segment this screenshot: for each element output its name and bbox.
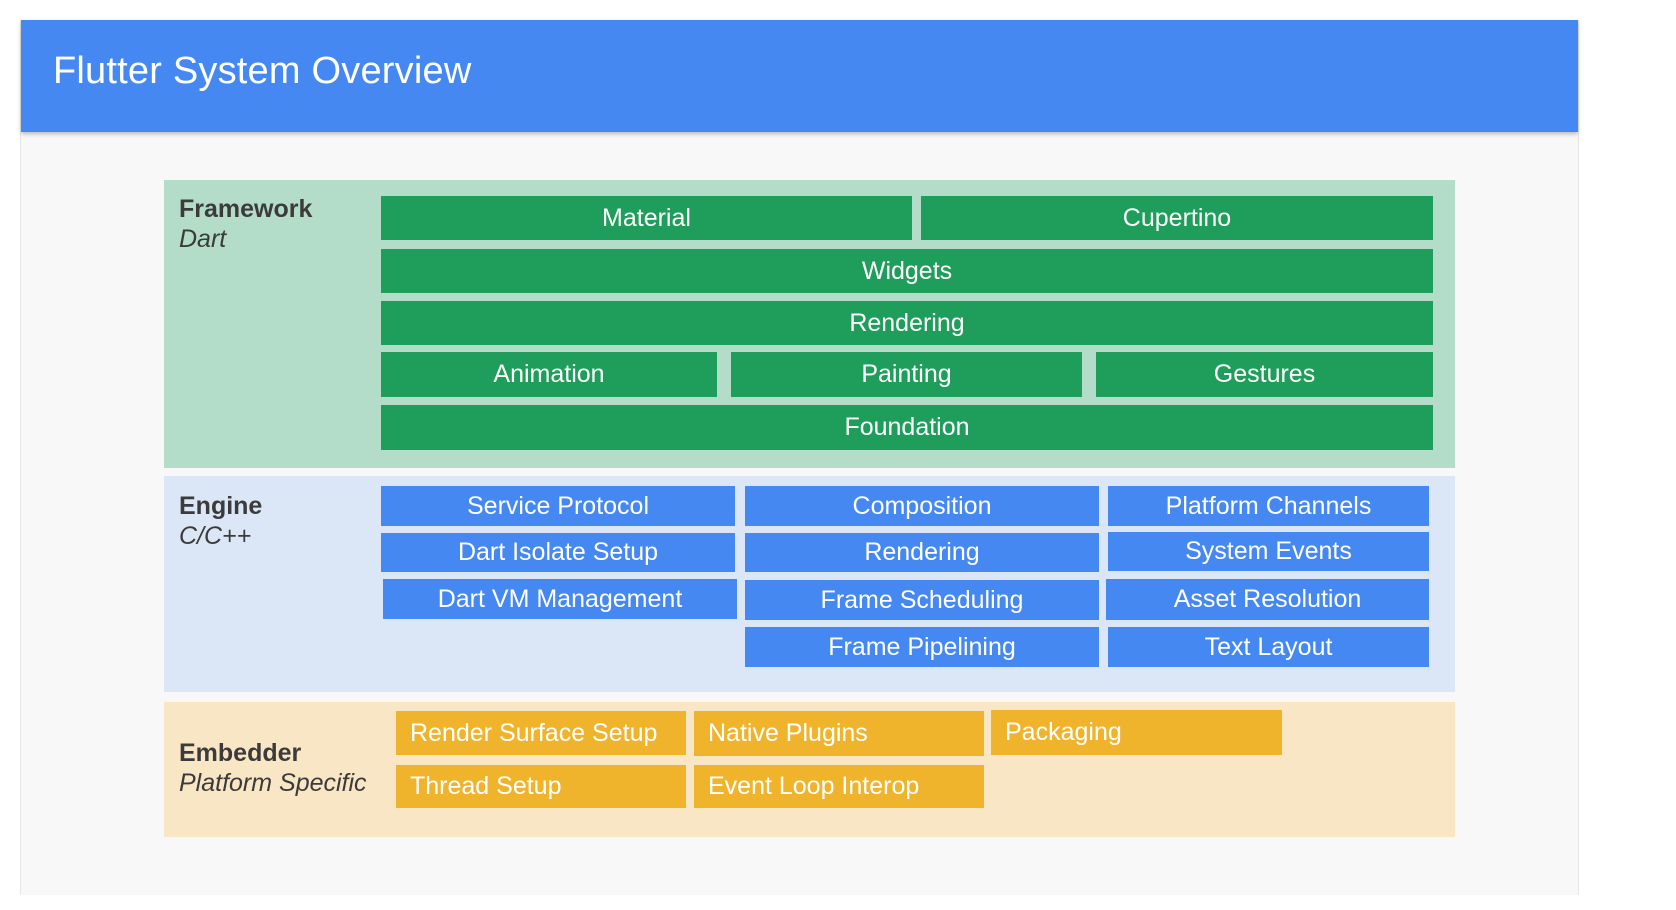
service-protocol-box: Service Protocol: [381, 486, 735, 526]
rendering-box: Rendering: [381, 301, 1433, 345]
cupertino-box: Cupertino: [921, 196, 1433, 240]
gestures-box: Gestures: [1096, 352, 1433, 397]
material-box: Material: [381, 196, 912, 240]
composition-box: Composition: [745, 486, 1099, 526]
asset-resolution-box: Asset Resolution: [1106, 579, 1429, 620]
dart-vm-management-box: Dart VM Management: [383, 579, 737, 619]
widgets-box: Widgets: [381, 249, 1433, 293]
embedder-layer-platform: Platform Specific: [179, 769, 367, 797]
engine-layer-language: C/C++: [179, 522, 252, 550]
framework-layer-name: Framework: [179, 195, 313, 223]
frame-pipelining-box: Frame Pipelining: [745, 627, 1099, 667]
thread-setup-box: Thread Setup: [396, 765, 686, 808]
framework-layer: Framework Dart Material Cupertino Widget…: [164, 180, 1455, 468]
dart-isolate-setup-box: Dart Isolate Setup: [381, 533, 735, 572]
embedder-layer: Embedder Platform Specific Render Surfac…: [164, 702, 1455, 837]
embedder-layer-name: Embedder: [179, 739, 302, 767]
frame-scheduling-box: Frame Scheduling: [745, 580, 1099, 620]
header-bar: Flutter System Overview: [21, 20, 1578, 132]
framework-layer-language: Dart: [179, 225, 227, 253]
diagram-card: Flutter System Overview Framework Dart M…: [20, 20, 1579, 895]
animation-box: Animation: [381, 352, 717, 397]
event-loop-interop-box: Event Loop Interop: [694, 765, 984, 808]
native-plugins-box: Native Plugins: [694, 711, 984, 756]
text-layout-box: Text Layout: [1108, 627, 1429, 667]
engine-layer-name: Engine: [179, 492, 263, 520]
foundation-box: Foundation: [381, 405, 1433, 450]
packaging-box: Packaging: [991, 710, 1282, 755]
engine-layer: Engine C/C++ Service Protocol Dart Isola…: [164, 476, 1455, 692]
platform-channels-box: Platform Channels: [1108, 486, 1429, 526]
engine-rendering-box: Rendering: [745, 533, 1099, 572]
system-events-box: System Events: [1108, 532, 1429, 571]
page-title: Flutter System Overview: [53, 50, 472, 92]
painting-box: Painting: [731, 352, 1082, 397]
render-surface-setup-box: Render Surface Setup: [396, 711, 686, 755]
